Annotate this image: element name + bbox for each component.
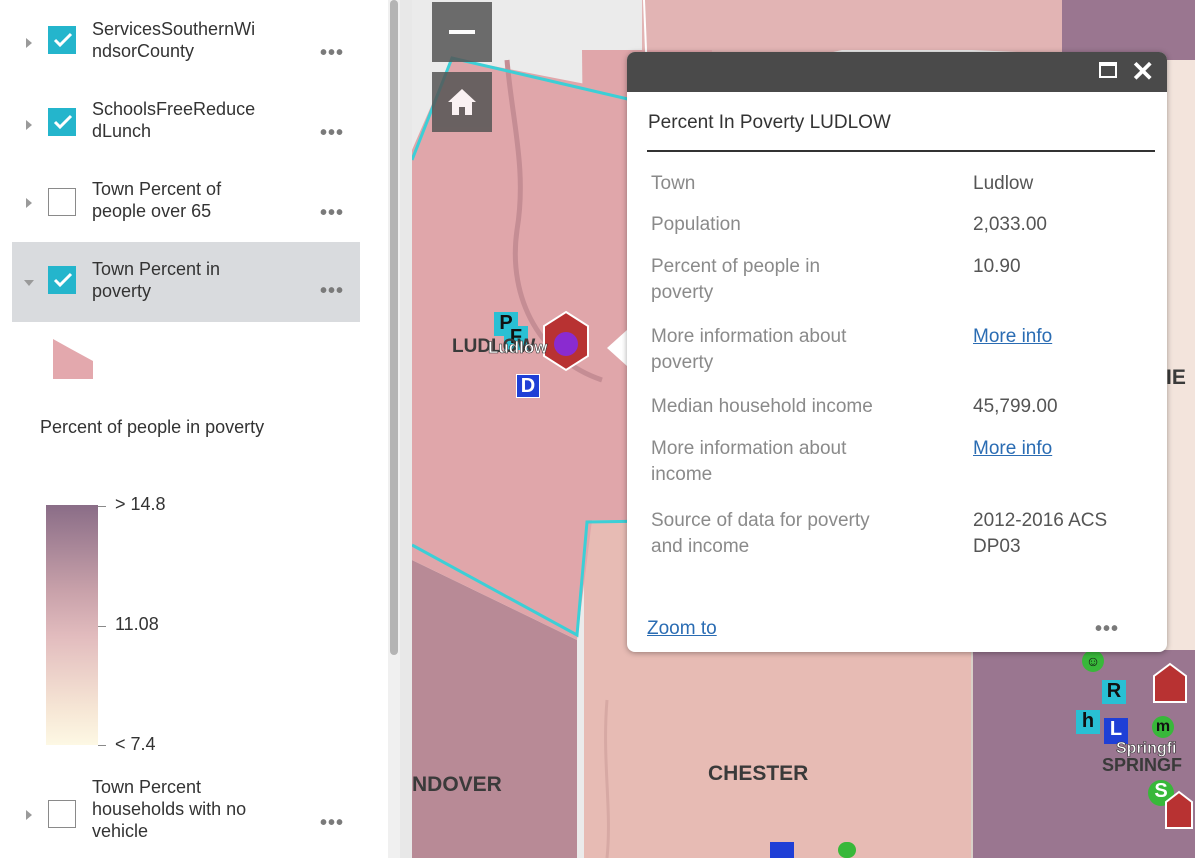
attr-label-source: Source of data for poverty and income: [651, 510, 870, 557]
zoom-out-button[interactable]: [432, 2, 492, 62]
panel-scrollbar-thumb[interactable]: [390, 0, 398, 655]
layer-label: Town Percent households with no vehicle: [92, 777, 247, 841]
ramp-tick: [98, 506, 106, 507]
poi-marker[interactable]: R: [1102, 680, 1126, 704]
layer-label: Town Percent in poverty: [92, 259, 221, 301]
attr-label-median-income: Median household income: [651, 396, 873, 417]
collapse-caret-icon[interactable]: [24, 280, 34, 286]
layer-checkbox[interactable]: [48, 108, 76, 136]
legend-swatch: [53, 339, 93, 379]
layer-checkbox[interactable]: [48, 26, 76, 54]
attr-label-percent-poverty: Percent of people in poverty: [651, 256, 821, 303]
ramp-tick: [98, 626, 106, 627]
attr-value-percent-poverty: 10.90: [973, 256, 1021, 277]
layer-label: Town Percent of people over 65: [92, 179, 222, 221]
home-icon: [448, 89, 476, 115]
attr-value-median-income: 45,799.00: [973, 396, 1058, 417]
minus-icon: [449, 30, 475, 34]
layer-item-poverty[interactable]: Town Percent in poverty •••: [12, 242, 360, 322]
layer-menu-button[interactable]: •••: [320, 812, 344, 835]
more-info-poverty-link[interactable]: More info: [973, 324, 1052, 350]
town-label-chester: CHESTER: [708, 762, 809, 785]
town-marker-label-springfield: Springfi: [1116, 740, 1177, 758]
more-info-income-link[interactable]: More info: [973, 436, 1052, 462]
town-marker-label-ludlow: Ludlow: [488, 338, 548, 358]
poi-marker-smiley[interactable]: ☺: [1082, 650, 1104, 672]
legend-color-ramp: [46, 505, 98, 745]
layer-list-panel: ServicesSouthernWi ndsorCounty ••• Schoo…: [0, 0, 400, 858]
expand-caret-icon[interactable]: [26, 120, 32, 130]
popup-header-bar: [627, 52, 1167, 92]
layer-item-schools[interactable]: SchoolsFreeReduce dLunch •••: [12, 90, 360, 156]
school-marker-icon[interactable]: [540, 308, 592, 374]
home-button[interactable]: [432, 72, 492, 132]
expand-caret-icon[interactable]: [26, 38, 32, 48]
layer-checkbox[interactable]: [48, 800, 76, 828]
layer-menu-button[interactable]: •••: [320, 202, 344, 225]
layer-label: ServicesSouthernWi ndsorCounty: [92, 19, 256, 61]
popup-title: Percent In Poverty LUDLOW: [648, 112, 891, 133]
attr-label-income-info: More information about income: [651, 438, 847, 485]
school-marker-icon[interactable]: [1164, 790, 1194, 830]
check-icon: [53, 272, 73, 288]
legend-title: Percent of people in poverty: [40, 417, 265, 437]
check-icon: [53, 32, 73, 48]
town-label-east: IE: [1166, 366, 1186, 389]
feature-popup: ✕ Percent In Poverty LUDLOW Town Ludlow …: [627, 52, 1167, 652]
poi-marker[interactable]: h: [1076, 710, 1100, 734]
attr-label-population: Population: [651, 214, 741, 235]
layer-item-no-vehicle[interactable]: Town Percent households with no vehicle …: [12, 772, 360, 856]
layer-checkbox[interactable]: [48, 188, 76, 216]
panel-splitter[interactable]: [400, 0, 412, 858]
ramp-tick: [98, 745, 106, 746]
popup-pointer: [607, 330, 627, 366]
layer-label: SchoolsFreeReduce dLunch: [92, 99, 256, 141]
maximize-icon[interactable]: [1099, 62, 1117, 78]
ramp-label-low: < 7.4: [115, 734, 156, 754]
attr-label-poverty-info: More information about poverty: [651, 326, 847, 373]
popup-divider: [647, 150, 1155, 152]
poi-marker[interactable]: D: [516, 374, 540, 398]
ramp-label-high: > 14.8: [115, 494, 166, 514]
town-label-andover: NDOVER: [412, 773, 502, 796]
attr-value-source: 2012-2016 ACS DP03: [973, 510, 1108, 557]
check-icon: [53, 114, 73, 130]
popup-menu-button[interactable]: •••: [1095, 618, 1119, 641]
expand-caret-icon[interactable]: [26, 198, 32, 208]
attr-value-town: Ludlow: [973, 173, 1034, 194]
town-label-springfield: SPRINGF: [1102, 755, 1183, 775]
ramp-label-mid: 11.08: [115, 614, 159, 634]
layer-item-services[interactable]: ServicesSouthernWi ndsorCounty •••: [12, 8, 360, 74]
school-marker-icon[interactable]: [1152, 662, 1188, 704]
expand-caret-icon[interactable]: [26, 810, 32, 820]
poi-marker[interactable]: m: [1152, 716, 1174, 738]
attr-label-town: Town: [651, 173, 696, 194]
layer-menu-button[interactable]: •••: [320, 280, 344, 303]
zoom-to-link[interactable]: Zoom to: [647, 618, 717, 640]
poi-marker-partial[interactable]: [770, 842, 794, 858]
poi-marker-partial[interactable]: [838, 842, 856, 858]
layer-menu-button[interactable]: •••: [320, 122, 344, 145]
layer-item-over-65[interactable]: Town Percent of people over 65 •••: [12, 170, 360, 236]
layer-checkbox[interactable]: [48, 266, 76, 294]
close-icon[interactable]: ✕: [1131, 58, 1154, 86]
attr-value-population: 2,033.00: [973, 214, 1047, 235]
layer-menu-button[interactable]: •••: [320, 42, 344, 65]
